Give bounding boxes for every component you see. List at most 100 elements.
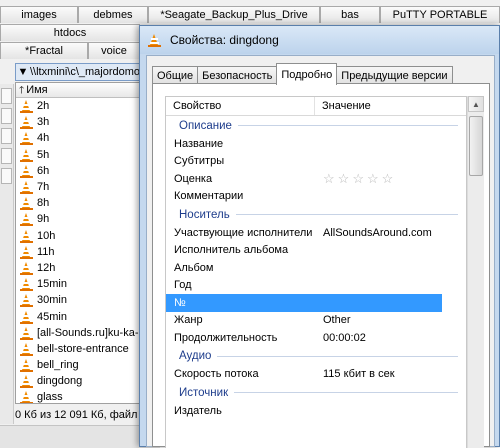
vlc-cone-icon xyxy=(20,390,33,403)
file-list-item[interactable]: 15min xyxy=(16,276,152,292)
drive-button[interactable] xyxy=(1,128,12,144)
drive-button[interactable] xyxy=(1,108,12,124)
file-list-item[interactable]: 12h xyxy=(16,260,152,276)
group-label: Описание xyxy=(179,119,232,132)
property-row[interactable]: Альбом xyxy=(166,259,466,277)
group-label: Носитель xyxy=(179,208,230,221)
file-list-item[interactable]: 9h xyxy=(16,211,152,227)
drive-button[interactable] xyxy=(1,88,12,104)
property-name: Исполнитель альбома xyxy=(174,244,289,257)
file-list-item[interactable]: 10h xyxy=(16,228,152,244)
property-value[interactable]: 115 кбит в сек xyxy=(315,368,395,380)
property-value[interactable]: AllSoundsAround.com xyxy=(315,227,432,239)
property-row[interactable]: Комментарии xyxy=(166,188,466,206)
file-name: 12h xyxy=(37,261,56,274)
file-list-item[interactable]: 45min xyxy=(16,308,152,324)
star-icon[interactable]: ☆ xyxy=(352,171,364,187)
property-name: Издатель xyxy=(174,404,222,417)
folder-tabs-row-1: images debmes *Seagate_Backup_Plus_Drive… xyxy=(0,6,500,24)
property-row[interactable]: № xyxy=(166,294,442,312)
properties-scrollbar[interactable]: ▲ xyxy=(467,96,484,448)
property-name: Комментарии xyxy=(174,190,244,203)
path-bar[interactable]: ▼ \\ltxmini\c\_majordomo xyxy=(15,63,155,81)
group-header: Источник xyxy=(166,383,466,402)
tab-details[interactable]: Подробно xyxy=(276,63,338,85)
tab-previous-versions[interactable]: Предыдущие версии xyxy=(336,66,453,84)
vlc-cone-icon xyxy=(20,245,33,259)
star-icon[interactable]: ☆ xyxy=(367,171,379,187)
file-list: 🡑 Имя 2h 3h 4h 5h 6h 7h 8h 9h 10h 11h 12h 15min 30min… xyxy=(15,82,153,404)
vlc-cone-icon xyxy=(20,310,33,324)
vlc-cone-icon xyxy=(20,374,33,389)
property-row[interactable]: Издатель xyxy=(166,402,466,420)
property-value[interactable]: Other xyxy=(315,314,351,326)
file-name: 8h xyxy=(37,197,50,210)
folder-tab-bas[interactable]: bas xyxy=(320,6,380,23)
property-row[interactable]: Участвующие исполнители AllSoundsAround.c… xyxy=(166,224,466,242)
folder-tab-images[interactable]: images xyxy=(0,6,78,23)
column-header-name[interactable]: 🡑 Имя xyxy=(16,83,152,98)
tab-general[interactable]: Общие xyxy=(152,66,199,84)
properties-dialog: Свойства: dingdong Общие Безопасность По… xyxy=(139,25,500,448)
file-list-item[interactable]: dingdong xyxy=(16,373,152,389)
folder-tab-debmes[interactable]: debmes xyxy=(78,6,148,23)
property-value[interactable]: 00:00:02 xyxy=(315,332,366,344)
file-list-item[interactable]: 7h xyxy=(16,179,152,195)
file-list-item[interactable]: bell-store-entrance xyxy=(16,341,152,357)
property-row[interactable]: Год xyxy=(166,277,466,295)
property-name: Продолжительность xyxy=(174,331,278,344)
dialog-titlebar[interactable]: Свойства: dingdong xyxy=(140,26,499,54)
vlc-cone-icon xyxy=(20,180,33,195)
file-list-item[interactable]: glass xyxy=(16,389,152,403)
folder-tab-putty-portable[interactable]: PuTTY PORTABLE xyxy=(380,6,500,23)
file-list-item[interactable]: [all-Sounds.ru]ku-ka- xyxy=(16,325,152,341)
property-name: Жанр xyxy=(174,314,203,327)
file-list-item[interactable]: 6h xyxy=(16,163,152,179)
properties-list: Свойство Значение Описание Название Субтит… xyxy=(165,96,467,448)
property-row[interactable]: Исполнитель альбома xyxy=(166,242,466,260)
vlc-cone-icon xyxy=(20,358,33,373)
column-header-property[interactable]: Свойство xyxy=(166,97,315,115)
property-row[interactable]: Оценка ☆ ☆ ☆ ☆ ☆ xyxy=(166,170,466,188)
vlc-cone-icon xyxy=(148,33,161,47)
file-list-item[interactable]: bell_ring xyxy=(16,357,152,373)
property-name: Оценка xyxy=(174,172,213,185)
property-row[interactable]: Субтитры xyxy=(166,153,466,171)
property-row[interactable]: Название xyxy=(166,135,466,153)
rating-stars[interactable]: ☆ ☆ ☆ ☆ ☆ xyxy=(315,171,393,187)
star-icon[interactable]: ☆ xyxy=(382,171,394,187)
file-list-item[interactable]: 30min xyxy=(16,292,152,308)
star-icon[interactable]: ☆ xyxy=(338,171,350,187)
scroll-thumb[interactable] xyxy=(469,116,483,176)
file-list-item[interactable]: 3h xyxy=(16,114,152,130)
tab-security[interactable]: Безопасность xyxy=(197,66,278,84)
chevron-down-icon[interactable]: ▼ xyxy=(16,64,30,80)
file-list-item[interactable]: 5h xyxy=(16,147,152,163)
property-name: № xyxy=(174,296,186,309)
drive-button[interactable] xyxy=(1,148,12,164)
property-name: Название xyxy=(174,137,224,150)
folder-tab-seagate[interactable]: *Seagate_Backup_Plus_Drive xyxy=(148,6,320,23)
scroll-up-icon[interactable]: ▲ xyxy=(468,96,484,112)
file-name: 11h xyxy=(37,245,55,258)
dialog-body: Общие Безопасность Подробно Предыдущие в… xyxy=(146,55,495,448)
file-list-item[interactable]: 2h xyxy=(16,98,152,114)
property-row[interactable]: Продолжительность 00:00:02 xyxy=(166,329,466,347)
file-name: 30min xyxy=(37,294,67,307)
group-divider xyxy=(217,355,458,357)
vlc-cone-icon xyxy=(20,342,33,356)
file-list-item[interactable]: 4h xyxy=(16,130,152,146)
folder-tab-fractal[interactable]: *Fractal xyxy=(0,42,88,59)
vlc-cone-icon xyxy=(20,277,33,292)
file-name: 4h xyxy=(37,132,50,145)
folder-tab-voice[interactable]: voice xyxy=(88,42,140,59)
column-header-value[interactable]: Значение xyxy=(315,97,371,115)
vlc-cone-icon xyxy=(20,196,33,211)
star-icon[interactable]: ☆ xyxy=(323,171,335,187)
file-list-item[interactable]: 11h xyxy=(16,244,152,260)
folder-tab-htdocs[interactable]: htdocs xyxy=(0,24,140,41)
file-list-item[interactable]: 8h xyxy=(16,195,152,211)
drive-button[interactable] xyxy=(1,168,12,184)
property-row[interactable]: Жанр Other xyxy=(166,312,466,330)
property-row[interactable]: Скорость потока 115 кбит в сек xyxy=(166,366,466,384)
